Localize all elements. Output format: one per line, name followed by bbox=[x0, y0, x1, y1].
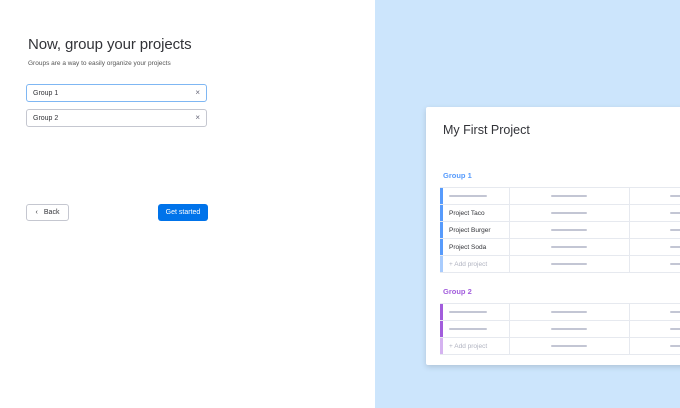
group-1-table: Project Taco Project Burger Project Soda… bbox=[440, 187, 680, 273]
table-header-row bbox=[440, 303, 680, 321]
add-item-row: + Add project bbox=[440, 256, 680, 273]
table-row bbox=[440, 321, 680, 338]
setup-panel: Now, group your projects Groups are a wa… bbox=[0, 0, 375, 408]
get-started-button[interactable]: Get started bbox=[158, 204, 208, 221]
table-row: Project Taco bbox=[440, 205, 680, 222]
clear-icon[interactable]: × bbox=[195, 89, 200, 97]
item-name: Project Burger bbox=[443, 222, 510, 238]
add-project-label: + Add project bbox=[443, 256, 510, 272]
item-name: Project Taco bbox=[443, 205, 510, 221]
add-project-label: + Add project bbox=[443, 338, 510, 354]
group-2-input[interactable] bbox=[33, 114, 196, 122]
group-1-field[interactable]: × bbox=[26, 84, 207, 102]
board-preview-card: My First Project Group 1 Project Taco Pr… bbox=[426, 107, 680, 365]
back-button-label: Back bbox=[43, 209, 60, 216]
preview-panel: My First Project Group 1 Project Taco Pr… bbox=[375, 0, 680, 408]
item-name: Project Soda bbox=[443, 239, 510, 255]
add-item-row: + Add project bbox=[440, 338, 680, 355]
chevron-left-icon: ‹ bbox=[35, 209, 38, 216]
group-2-field[interactable]: × bbox=[26, 109, 207, 127]
board-title: My First Project bbox=[443, 123, 530, 137]
back-button[interactable]: ‹ Back bbox=[26, 204, 69, 221]
table-row: Project Soda bbox=[440, 239, 680, 256]
page-title: Now, group your projects bbox=[28, 36, 192, 53]
table-row: Project Burger bbox=[440, 222, 680, 239]
group-1-title: Group 1 bbox=[443, 171, 472, 180]
group-2-title: Group 2 bbox=[443, 287, 472, 296]
group-2-table: + Add project bbox=[440, 303, 680, 355]
table-header-row bbox=[440, 187, 680, 205]
clear-icon[interactable]: × bbox=[195, 114, 200, 122]
page-subtitle: Groups are a way to easily organize your… bbox=[28, 60, 171, 67]
group-1-input[interactable] bbox=[33, 89, 196, 97]
